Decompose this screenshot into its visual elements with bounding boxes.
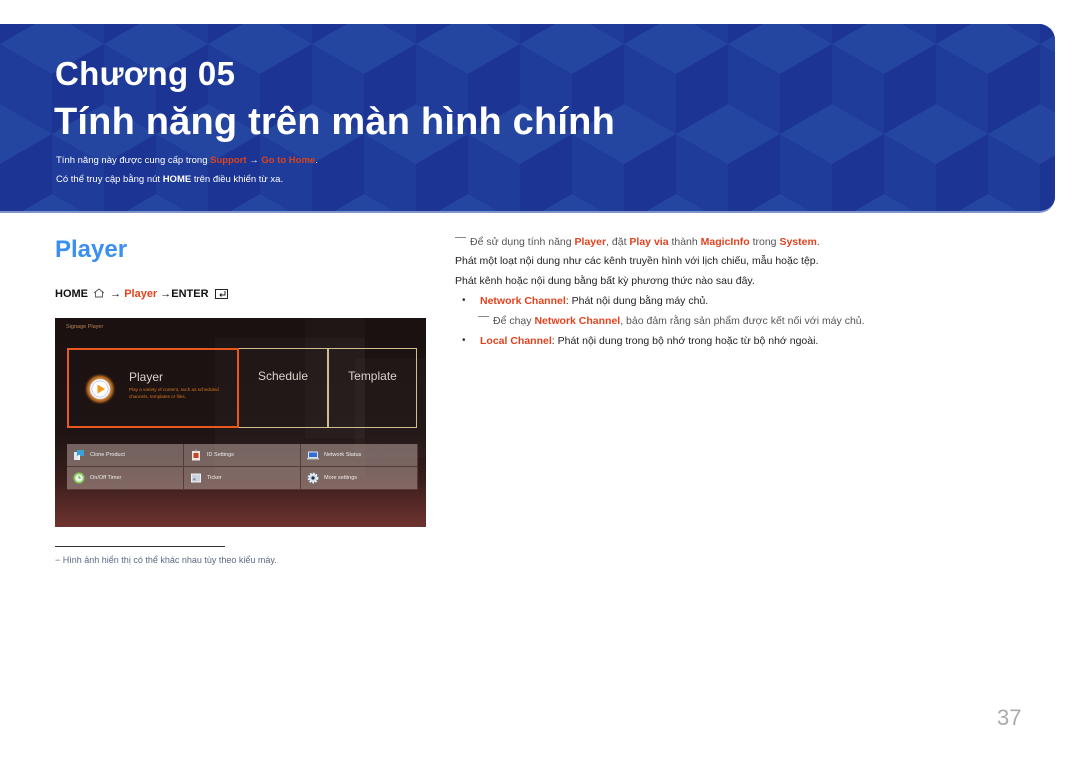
system-term: System: [779, 236, 817, 248]
arrow: →: [157, 288, 172, 300]
network-channel-term: Network Channel: [534, 315, 621, 327]
menu-item-label: More settings: [324, 475, 358, 481]
note-text: trong: [749, 236, 780, 248]
subtitle-text: Có thể truy cập bằng nút: [56, 174, 163, 185]
template-tile[interactable]: Template: [328, 348, 417, 428]
menu-item-label: ID Settings: [207, 452, 234, 458]
home-key-label: HOME: [162, 174, 192, 185]
network-channel-term: Network Channel: [480, 295, 566, 307]
enter-label: ENTER: [171, 288, 209, 300]
bullet-network-channel: Network Channel: Phát nội dung bằng máy …: [480, 295, 708, 307]
timer-icon: [73, 472, 85, 484]
chapter-title: Tính năng trên màn hình chính: [54, 101, 615, 143]
play-via-term: Play via: [629, 236, 669, 248]
note-network-channel: Để chạy Network Channel, bảo đảm rằng sả…: [478, 315, 865, 327]
menu-item-more-settings[interactable]: More settings: [301, 467, 418, 490]
player-tile-description: Play a variety of content, such as sched…: [129, 387, 219, 399]
banner-subtitle-2: Có thể truy cập bằng nút HOME trên điều …: [56, 174, 283, 185]
home-label: HOME: [55, 288, 88, 300]
note-text: Để sử dụng tính năng: [470, 236, 575, 248]
schedule-tile[interactable]: Schedule: [239, 348, 328, 428]
subtitle-text: Tính năng này được cung cấp trong: [56, 155, 211, 166]
home-icon: [93, 288, 105, 298]
signage-player-screenshot: Signage Player Player Play a variety of …: [55, 318, 426, 527]
network-status-icon: [307, 451, 319, 460]
page-number: 37: [997, 705, 1022, 730]
arrow: →: [246, 155, 262, 166]
bullet-local-channel: Local Channel: Phát nội dung trong bộ nh…: [480, 335, 818, 347]
note-dash: [478, 316, 489, 317]
id-settings-icon: [192, 449, 200, 461]
section-title: Player: [55, 236, 128, 263]
template-tile-label: Template: [348, 369, 397, 383]
ticker-icon: A: [191, 473, 201, 483]
app-name: Signage Player: [66, 324, 104, 330]
bullet-text: : Phát nội dung bằng máy chủ.: [565, 295, 709, 307]
banner-subtitle-1: Tính năng này được cung cấp trong Suppor…: [56, 155, 318, 166]
menu-item-network-status[interactable]: Network Status: [301, 444, 418, 467]
navigation-path: HOME → Player →ENTER: [55, 288, 228, 300]
settings-menu-grid: Clone Product ID Settings Network Status…: [67, 444, 418, 490]
menu-item-label: Ticker: [207, 475, 222, 481]
svg-text:A: A: [193, 477, 196, 482]
menu-item-clone-product[interactable]: Clone Product: [67, 444, 184, 467]
schedule-tile-label: Schedule: [257, 369, 309, 383]
menu-item-on-off-timer[interactable]: On/Off Timer: [67, 467, 184, 490]
local-channel-term: Local Channel: [480, 335, 552, 347]
bullet-marker: •: [462, 335, 466, 346]
footnote: − Hình ảnh hiển thị có thể khác nhau tùy…: [55, 555, 277, 565]
play-icon: [84, 373, 116, 405]
chapter-number: Chương 05: [55, 55, 236, 92]
support-link: Support: [210, 155, 247, 166]
menu-item-label: Network Status: [324, 452, 362, 458]
note-dash: [455, 237, 466, 238]
clone-product-icon: [74, 450, 84, 460]
chapter-banner: Chương 05 Tính năng trên màn hình chính …: [0, 24, 1055, 213]
note-player-requirement: Để sử dụng tính năng Player, đặt Play vi…: [455, 236, 820, 248]
period: .: [315, 155, 318, 166]
note-text: Để chạy: [493, 315, 535, 327]
menu-item-ticker[interactable]: A Ticker: [184, 467, 301, 490]
note-text: , đặt: [606, 236, 630, 248]
magicinfo-term: MagicInfo: [700, 236, 750, 248]
player-tile[interactable]: Player Play a variety of content, such a…: [67, 348, 239, 428]
player-term: Player: [574, 236, 607, 248]
player-menu-label: Player: [124, 288, 158, 300]
gear-icon: [307, 472, 319, 484]
paragraph-1: Phát một loạt nội dung như các kênh truy…: [455, 255, 819, 267]
note-text: thành: [668, 236, 701, 248]
footnote-divider: [55, 546, 225, 547]
bullet-text: : Phát nội dung trong bộ nhớ trong hoặc …: [551, 335, 819, 347]
footnote-dash: −: [55, 555, 63, 565]
menu-item-id-settings[interactable]: ID Settings: [184, 444, 301, 467]
menu-item-label: On/Off Timer: [90, 475, 122, 481]
footnote-text: Hình ảnh hiển thị có thể khác nhau tùy t…: [62, 555, 277, 565]
enter-icon: [214, 289, 228, 299]
player-tile-label: Player: [129, 370, 164, 384]
subtitle-text: trên điều khiển từ xa.: [191, 174, 284, 185]
paragraph-2: Phát kênh hoặc nội dung bằng bất kỳ phươ…: [455, 275, 755, 287]
arrow: →: [107, 288, 125, 300]
go-to-home-link: Go to Home: [261, 155, 316, 166]
menu-item-label: Clone Product: [90, 452, 125, 458]
note-text: .: [816, 236, 820, 248]
bullet-marker: •: [462, 295, 466, 306]
note-text: , bảo đảm rằng sản phẩm được kết nối với…: [620, 315, 865, 327]
